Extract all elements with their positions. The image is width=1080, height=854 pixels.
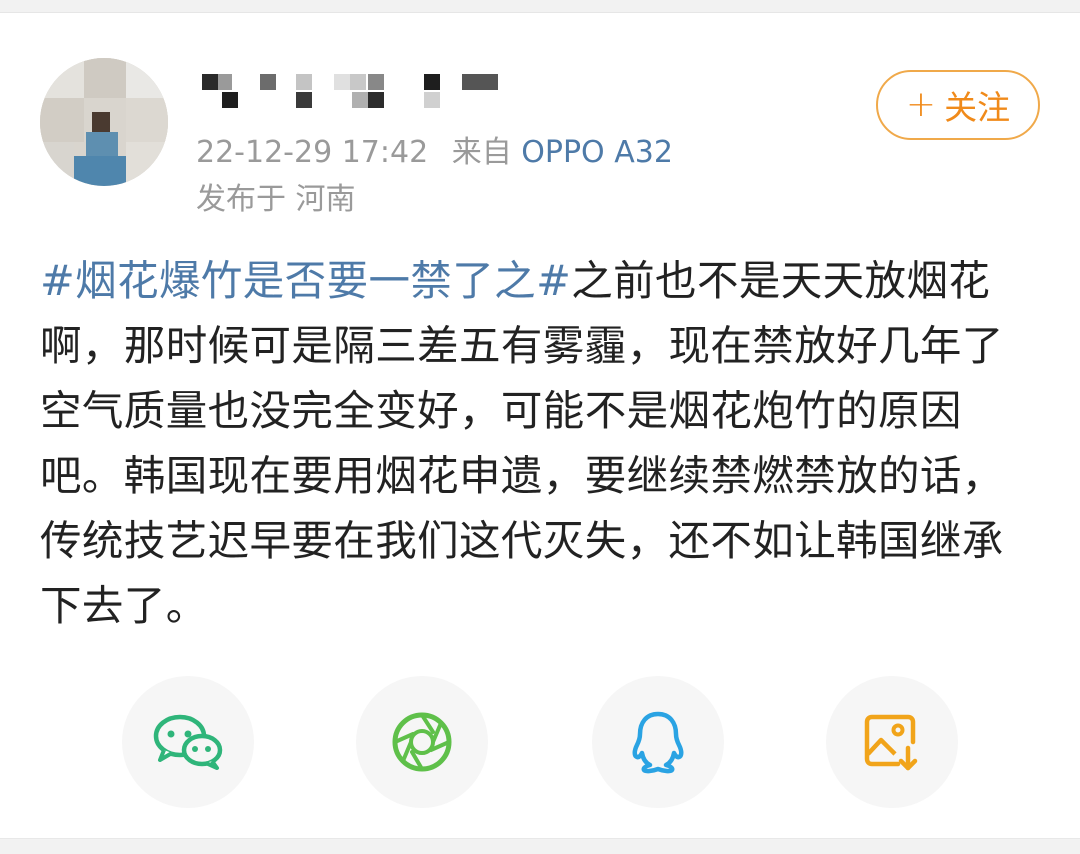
wechat-icon [153, 714, 223, 770]
hashtag-link[interactable]: #烟花爆竹是否要一禁了之# [40, 256, 571, 305]
save-image-button[interactable] [826, 676, 958, 808]
post-text: 之前也不是天天放烟花啊，那时候可是隔三差五有雾霾，现在禁放好几年了空气质量也没完… [40, 256, 1004, 630]
weibo-post-page: 22-12-29 17:42 来自 OPPO A32 发布于 河南 + 关注 #… [0, 0, 1080, 854]
follow-label: 关注 [944, 88, 1011, 127]
avatar[interactable] [40, 58, 168, 186]
top-divider [0, 0, 1080, 13]
plus-icon: + [905, 84, 937, 125]
post-timestamp: 22-12-29 17:42 [196, 135, 429, 170]
share-moments-button[interactable] [356, 676, 488, 808]
share-wechat-button[interactable] [122, 676, 254, 808]
post-source-prefix: 来自 [451, 135, 512, 170]
bottom-divider [0, 838, 1080, 854]
qq-icon [632, 711, 684, 774]
post-device[interactable]: OPPO A32 [521, 135, 673, 170]
moments-icon [392, 712, 452, 772]
follow-button[interactable]: + 关注 [876, 70, 1040, 140]
username-censored[interactable] [200, 66, 510, 116]
share-qq-button[interactable] [592, 676, 724, 808]
save-image-icon [864, 714, 918, 771]
post-content: #烟花爆竹是否要一禁了之#之前也不是天天放烟花啊，那时候可是隔三差五有雾霾，现在… [40, 248, 1040, 638]
post-meta: 22-12-29 17:42 来自 OPPO A32 [196, 132, 673, 174]
post-location: 发布于 河南 [196, 182, 356, 217]
